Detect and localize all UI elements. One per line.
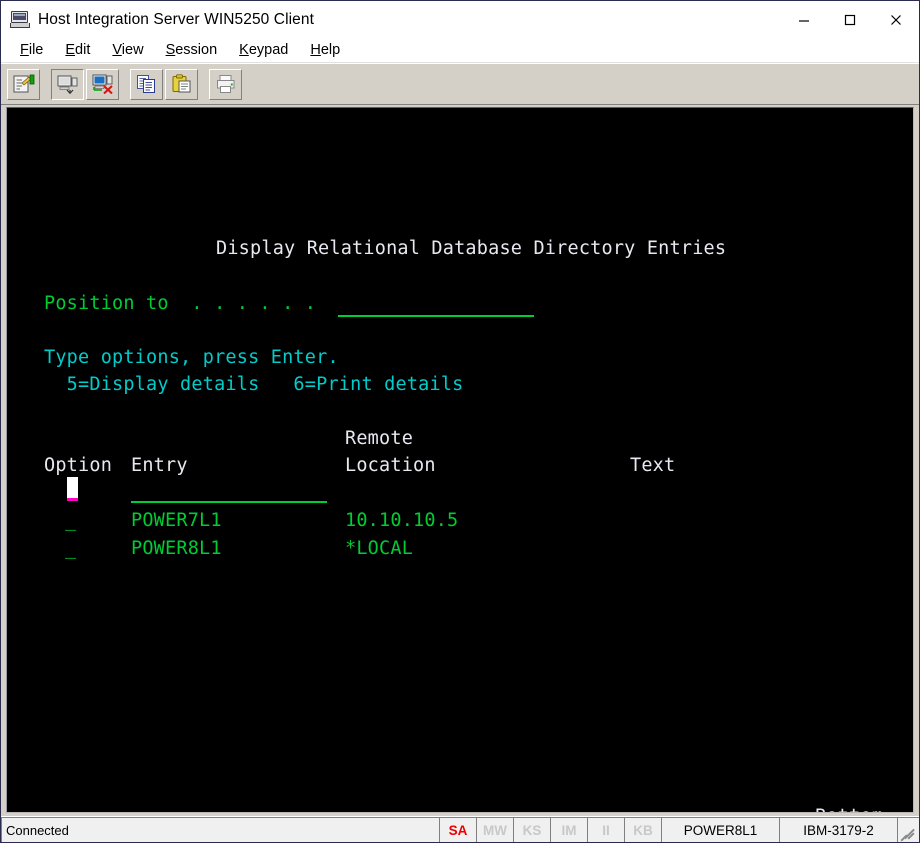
toolbar-group-session-config [6,69,41,100]
screen-title: Display Relational Database Directory En… [216,239,726,259]
status-message: Connected [1,817,439,842]
window-title: Host Integration Server WIN5250 Client [38,11,314,29]
menu-label-rest: elp [321,42,340,58]
status-indicator-im: IM [550,817,587,842]
status-bar: Connected SA MW KS IM II KB POWER8L1 IBM… [1,816,919,842]
status-device-type: IBM-3179-2 [779,817,897,842]
instruction-prompt: Type options, press Enter. [44,348,339,368]
terminal-computer-icon [10,11,30,28]
configure-session-button[interactable] [7,69,40,100]
print-button[interactable] [209,69,242,100]
status-indicator-sa: SA [439,817,476,842]
row-option-input[interactable]: _ [65,511,76,531]
menu-item-keypad[interactable]: Keypad [228,42,299,58]
disconnect-session-button[interactable] [86,69,119,100]
toolbar [1,63,919,105]
maximize-button[interactable] [827,1,873,38]
connect-session-icon [57,74,79,94]
row-entry-value: POWER7L1 [131,511,222,531]
toolbar-separator [41,64,50,104]
menu-label-rest: iew [122,42,144,58]
toolbar-group-clipboard [129,69,199,100]
menu-bar: File Edit View Session Keypad Help [1,38,919,63]
disconnect-session-icon [92,74,114,94]
menu-mnemonic: V [112,42,121,58]
application-window: Host Integration Server WIN5250 Client F… [0,0,920,843]
position-to-label: Position to . . . . . . [44,294,316,314]
menu-mnemonic: H [310,42,320,58]
menu-label-rest: dit [75,42,90,58]
menu-label-rest: eypad [249,42,289,58]
title-bar: Host Integration Server WIN5250 Client [1,1,919,38]
row-remote-location-value: 10.10.10.5 [345,511,458,531]
paste-icon [171,74,193,94]
terminal-panel: Display Relational Database Directory En… [1,105,919,816]
row-option-input[interactable]: _ [65,539,76,559]
minimize-button[interactable] [781,1,827,38]
terminal-screen[interactable]: Display Relational Database Directory En… [6,107,914,813]
text-cursor-underline [67,498,78,501]
toolbar-group-connection [50,69,120,100]
status-indicator-ii: II [587,817,624,842]
paste-button[interactable] [165,69,198,100]
column-header-remote-line1: Remote [345,429,413,449]
menu-item-view[interactable]: View [101,42,154,58]
window-controls [781,1,919,38]
copy-icon [136,74,158,94]
menu-label-rest: ile [29,42,44,58]
toolbar-separator [199,64,208,104]
menu-item-help[interactable]: Help [299,42,351,58]
menu-item-edit[interactable]: Edit [54,42,101,58]
menu-mnemonic: K [239,42,249,58]
column-header-text: Text [630,456,675,476]
print-icon [215,74,237,94]
configure-session-icon [13,74,35,94]
column-header-entry: Entry [131,456,188,476]
menu-item-session[interactable]: Session [155,42,229,58]
text-cursor [67,477,78,500]
menu-label-rest: ession [175,42,217,58]
status-indicator-mw: MW [476,817,513,842]
more-indicator: Bottom [815,807,883,813]
toolbar-separator [120,64,129,104]
row-entry-value: POWER8L1 [131,539,222,559]
instruction-options: 5=Display details 6=Print details [44,375,464,395]
column-header-option: Option [44,456,112,476]
row-remote-location-value: *LOCAL [345,539,413,559]
position-to-field-underline [338,315,534,317]
copy-button[interactable] [130,69,163,100]
menu-item-file[interactable]: File [9,42,54,58]
menu-mnemonic: E [65,42,75,58]
menu-mnemonic: S [166,42,176,58]
status-indicator-ks: KS [513,817,550,842]
status-indicator-kb: KB [624,817,661,842]
status-session-name: POWER8L1 [661,817,779,842]
entry-field-underline [131,501,327,503]
connect-session-button[interactable] [51,69,84,100]
toolbar-group-print [208,69,243,100]
resize-grip[interactable] [897,817,919,842]
menu-mnemonic: F [20,42,29,58]
column-header-remote-line2: Location [345,456,436,476]
close-button[interactable] [873,1,919,38]
